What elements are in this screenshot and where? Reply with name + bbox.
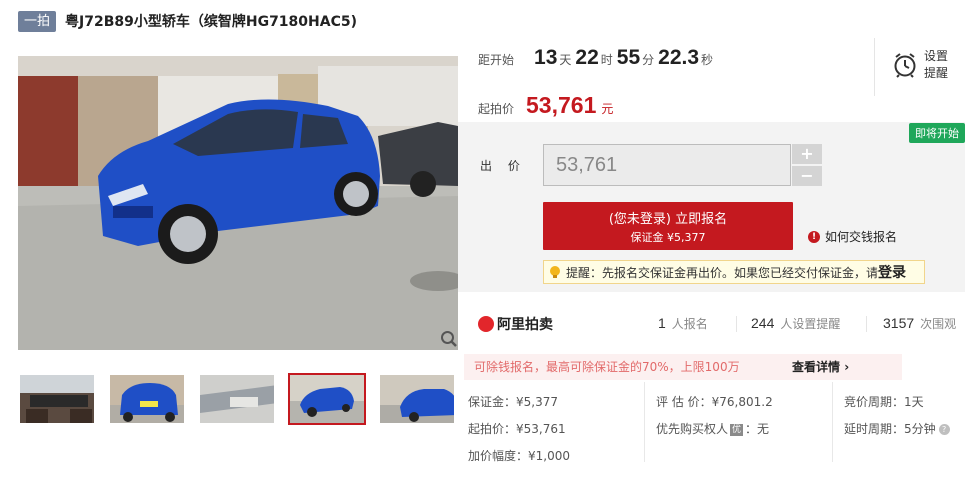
signup-count-label: 人报名 [671,317,708,331]
start-price-value: 53,761 [526,92,597,118]
start-price-row: 起拍价 53,761 元 [478,92,613,119]
reminder-line2: 提醒 [924,66,949,80]
chevron-right-icon: › [844,360,850,374]
signup-count: 1 人报名 [658,315,708,332]
ali-logo-icon [478,316,494,332]
stat-divider [736,316,737,332]
bid-stepper: + − [792,144,822,186]
reminder-line1: 设置 [924,49,949,63]
register-bid-button[interactable]: (您未登录) 立即报名 保证金 ¥5,377 [543,202,793,250]
tip-text: 提醒：先报名交保证金再出价。如果您已经交付保证金，请 [566,265,879,280]
bid-amount-input[interactable]: 53,761 [543,144,791,186]
reminder-label: 设置 提醒 [924,48,956,82]
priority-buyer-info: 优先购买权人优：无 [656,420,769,437]
view-count-value: 3157 [883,315,915,331]
extend-cycle-info: 延时周期：5分钟? [844,420,950,437]
promo-details-label: 查看详情 [792,360,841,374]
column-divider [644,382,645,462]
appraisal-info: 评 估 价：¥76,801.2 [656,395,773,409]
countdown-days-unit: 天 [559,53,572,67]
start-price-unit: 元 [601,102,614,116]
register-button-label: (您未登录) 立即报名 [608,212,728,227]
auction-panel: 距开始 13 天 22 时 55 分 22.3 秒 设置 提醒 起拍价 53,7… [458,36,965,482]
main-car-photo[interactable] [18,56,458,350]
priority-badge-icon: 优 [730,423,744,436]
decrease-bid-button[interactable]: − [792,166,822,186]
countdown-label: 距开始 [478,53,515,67]
view-count-label: 次围观 [920,317,957,331]
thumbnail-front-side[interactable] [288,373,366,425]
countdown-days: 13 [534,46,558,69]
priority-buyer-value: ：无 [745,422,770,436]
countdown-seconds-unit: 秒 [701,53,714,67]
stat-divider [866,316,867,332]
reminder-tip: 提醒：先报名交保证金再出价。如果您已经交付保证金，请 登录 [543,260,925,284]
thumbnail-detail[interactable] [198,373,276,425]
listing-title: 粤J72B89小型轿车（缤智牌HG7180HAC5) [65,14,357,30]
alarm-clock-icon [894,53,916,78]
promo-details-link[interactable]: 查看详情 › [792,354,849,380]
reminder-count-value: 244 [751,315,775,331]
how-to-pay-link[interactable]: ! 如何交钱报名 [808,228,897,245]
start-price-info: 起拍价：¥53,761 [468,422,566,436]
countdown: 距开始 13 天 22 时 55 分 22.3 秒 [478,46,713,86]
thumbnail-interior[interactable] [18,373,96,425]
login-link[interactable]: 登录 [878,262,906,282]
thumbnail-strip [18,373,458,429]
increment-info: 加价幅度：¥1,000 [468,449,570,463]
deposit-info: 保证金：¥5,377 [468,395,558,409]
set-reminder-button[interactable]: 设置 提醒 [874,38,965,96]
start-price-label: 起拍价 [478,102,515,116]
thumbnail-side[interactable] [378,373,456,425]
info-icon: ! [808,230,820,243]
countdown-minutes-unit: 分 [642,53,655,67]
ali-logo-text: 阿里拍卖 [497,317,553,333]
how-to-pay-label: 如何交钱报名 [825,230,898,244]
view-count: 3157 次围观 [883,315,956,332]
reminder-count-label: 人设置提醒 [780,317,841,331]
register-button-deposit: 保证金 ¥5,377 [630,231,706,244]
countdown-hours-unit: 时 [600,53,613,67]
help-icon[interactable]: ? [938,424,950,435]
status-badge: 即将开始 [909,123,965,143]
zoom-icon[interactable] [440,330,458,348]
lightbulb-icon [550,266,560,278]
extend-cycle-text: 延时周期：5分钟 [844,422,936,436]
bid-box: 即将开始 出 价 53,761 + − (您未登录) 立即报名 保证金 ¥5,3… [458,122,965,292]
ali-auction-logo: 阿里拍卖 [478,314,553,334]
countdown-minutes: 55 [616,46,641,69]
listing-header: 一拍 粤J72B89小型轿车（缤智牌HG7180HAC5) [18,10,357,32]
bid-cycle-info: 竞价周期：1天 [844,395,924,409]
increase-bid-button[interactable]: + [792,144,822,164]
priority-buyer-label: 优先购买权人 [656,422,729,436]
signup-count-value: 1 [658,315,666,331]
countdown-hours: 22 [575,46,599,69]
countdown-seconds: 22.3 [658,46,700,69]
reminder-count: 244 人设置提醒 [751,315,840,332]
bid-label: 出 价 [480,159,526,173]
auction-type-tag: 一拍 [18,10,57,32]
stats-row: 阿里拍卖 1 人报名 244 人设置提醒 3157 次围观 [458,292,965,352]
thumbnail-rear[interactable] [108,373,186,425]
column-divider [832,382,833,462]
